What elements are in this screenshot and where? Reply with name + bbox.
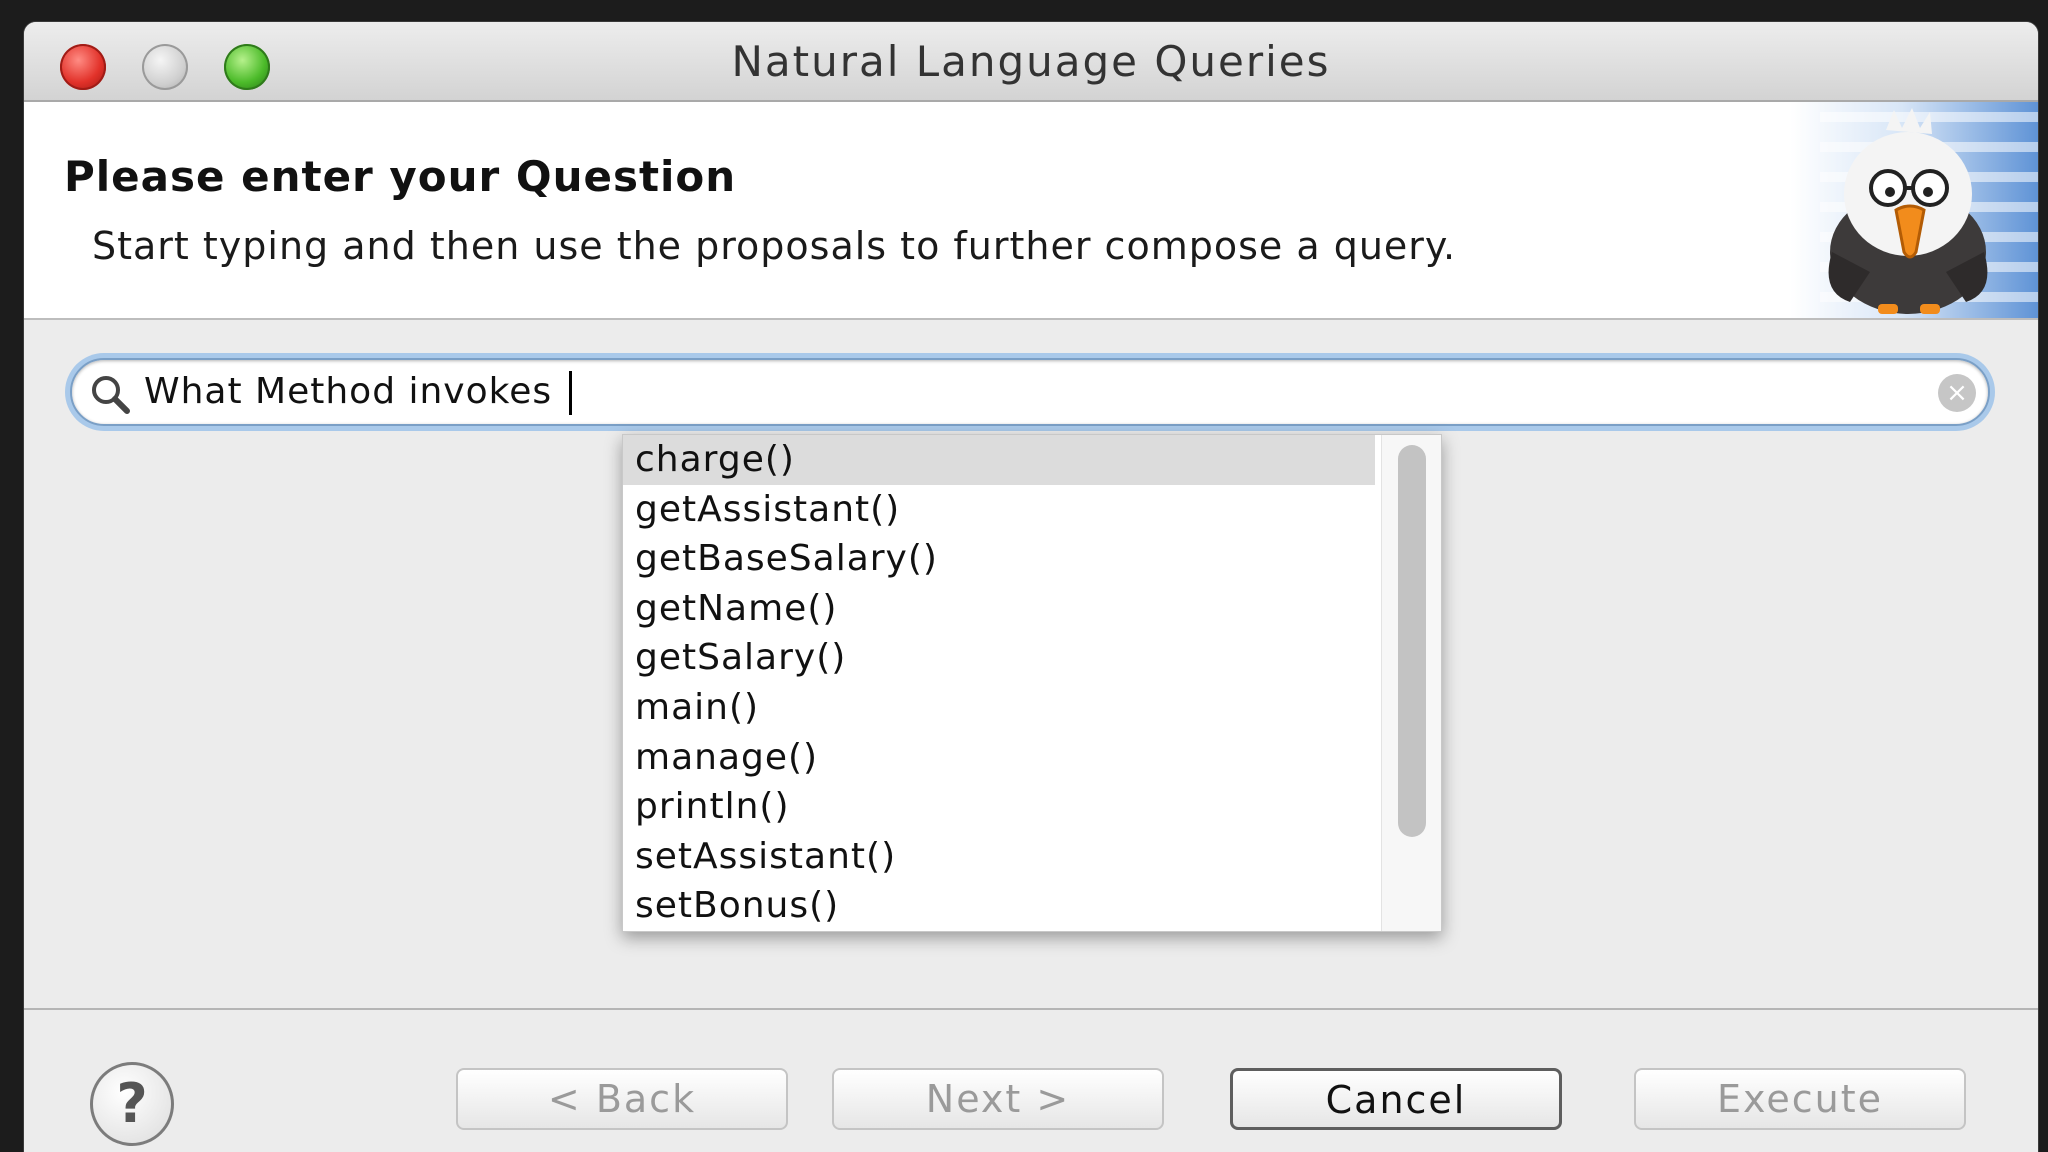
scrollbar-thumb[interactable] — [1398, 445, 1426, 837]
back-button[interactable]: < Back — [456, 1068, 788, 1130]
query-text: What Method invokes — [144, 360, 572, 424]
proposal-item[interactable]: main() — [623, 683, 1375, 733]
query-search-input[interactable]: What Method invokes × — [70, 358, 1990, 426]
proposal-item[interactable]: getBaseSalary() — [623, 534, 1375, 584]
execute-button[interactable]: Execute — [1634, 1068, 1966, 1130]
help-button[interactable]: ? — [90, 1062, 174, 1146]
page-description: Start typing and then use the proposals … — [92, 224, 1457, 268]
proposal-item[interactable]: getSalary() — [623, 633, 1375, 683]
clear-search-icon[interactable]: × — [1938, 374, 1976, 412]
footer-divider — [24, 1008, 2038, 1010]
eagle-mascot-icon — [1790, 102, 2038, 318]
query-value: What Method invokes — [144, 371, 565, 412]
proposal-item[interactable]: charge() — [623, 435, 1375, 485]
proposal-popup: charge() getAssistant() getBaseSalary() get… — [622, 434, 1442, 932]
window-title: Natural Language Queries — [731, 37, 1331, 86]
proposal-scrollbar[interactable] — [1381, 435, 1441, 931]
title-bar[interactable]: Natural Language Queries — [24, 22, 2038, 102]
cancel-button[interactable]: Cancel — [1230, 1068, 1562, 1130]
search-icon — [88, 372, 132, 416]
proposal-item[interactable]: setAssistant() — [623, 832, 1375, 882]
text-caret — [568, 371, 572, 415]
proposal-item[interactable]: getName() — [623, 584, 1375, 634]
page-heading: Please enter your Question — [64, 152, 737, 201]
proposal-item[interactable]: getAssistant() — [623, 485, 1375, 535]
next-button[interactable]: Next > — [832, 1068, 1164, 1130]
dialog-window: Natural Language Queries Please enter yo… — [24, 22, 2038, 1152]
proposal-item[interactable]: println() — [623, 782, 1375, 832]
proposal-item[interactable]: manage() — [623, 733, 1375, 783]
wizard-banner: Please enter your Question Start typing … — [24, 102, 2038, 320]
proposal-list: charge() getAssistant() getBaseSalary() get… — [623, 435, 1375, 931]
proposal-item[interactable]: setBonus() — [623, 881, 1375, 931]
